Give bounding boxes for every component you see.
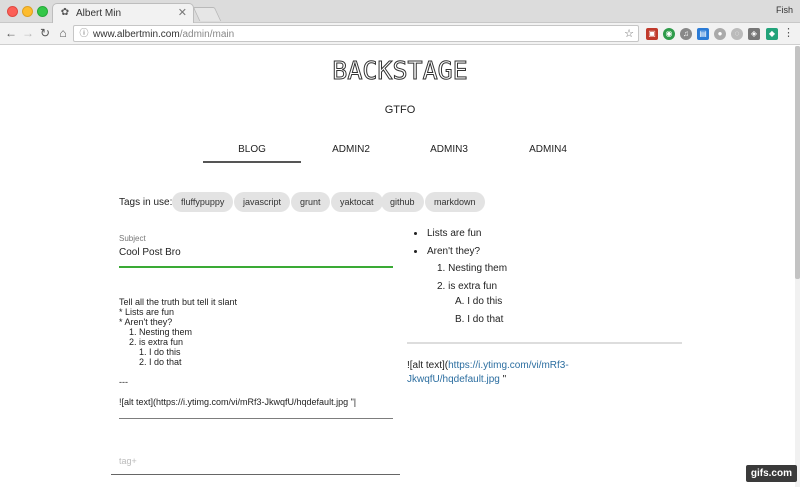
extension-headphones-icon[interactable]: ♫	[680, 28, 692, 40]
subject-label: Subject	[119, 234, 146, 243]
extension-grey-icon[interactable]: ●	[714, 28, 726, 40]
preview-list-item: Lists are fun	[427, 228, 482, 239]
maximize-window-button[interactable]	[37, 6, 48, 17]
extension-red-icon[interactable]: ▣	[646, 28, 658, 40]
tab-close-icon[interactable]: ✕	[178, 6, 187, 19]
tab-admin3[interactable]: ADMIN3	[400, 144, 498, 155]
preview-image-markdown: ![alt text](https://i.ytimg.com/vi/mRf3-…	[407, 360, 569, 385]
bullet-icon	[414, 250, 417, 253]
subject-underline	[119, 266, 393, 268]
tag-chip[interactable]: javascript	[234, 192, 291, 212]
page-info-icon[interactable]: ⓘ	[79, 28, 89, 39]
url-text: www.albertmin.com/admin/main	[93, 29, 235, 40]
tag-chip[interactable]: grunt	[291, 192, 330, 212]
minimize-window-button[interactable]	[22, 6, 33, 17]
tag-chip[interactable]: github	[381, 192, 424, 212]
scrollbar-thumb[interactable]	[795, 46, 800, 279]
reload-icon[interactable]: ↻	[38, 26, 52, 40]
new-tab-button[interactable]	[192, 7, 222, 21]
page-content: BACKSTAGE GTFO BLOG ADMIN2 ADMIN3 ADMIN4…	[0, 46, 795, 487]
profile-name[interactable]: Fish	[776, 5, 793, 15]
tab-title: Albert Min	[76, 8, 122, 19]
post-body-textarea[interactable]: Tell all the truth but tell it slant * L…	[119, 297, 393, 407]
forward-arrow-icon[interactable]: →	[21, 26, 35, 40]
home-icon[interactable]: ⌂	[56, 26, 70, 40]
backstage-logo: BACKSTAGE	[332, 56, 468, 86]
tag-input[interactable]: tag+	[119, 456, 137, 466]
preview-list-item: 2. is extra fun	[437, 281, 498, 292]
back-arrow-icon[interactable]: ←	[4, 26, 18, 40]
tab-admin2[interactable]: ADMIN2	[302, 144, 400, 155]
subject-input[interactable]: Cool Post Bro	[119, 247, 181, 258]
tab-admin4[interactable]: ADMIN4	[499, 144, 597, 155]
tag-chip[interactable]: yaktocat	[331, 192, 383, 212]
bookmark-star-icon[interactable]: ☆	[624, 27, 634, 40]
browser-titlebar: ✿ Albert Min ✕ Fish	[0, 0, 800, 23]
preview-horizontal-rule	[407, 342, 682, 344]
address-bar[interactable]: ⓘ www.albertmin.com/admin/main ☆	[73, 25, 639, 42]
watermark-badge: gifs.com	[745, 465, 797, 482]
preview-list-item: A. I do this	[455, 296, 503, 307]
extension-teal-icon[interactable]: ◆	[766, 28, 778, 40]
browser-menu-icon[interactable]: ⋮	[783, 26, 794, 40]
extension-cast-icon[interactable]: ◈	[748, 28, 760, 40]
tag-chip[interactable]: fluffypuppy	[172, 192, 234, 212]
close-window-button[interactable]	[7, 6, 18, 17]
site-favicon-icon: ✿	[60, 7, 70, 18]
extension-blue-icon[interactable]: ▤	[697, 28, 709, 40]
preview-list-item: 1. Nesting them	[437, 263, 508, 274]
tags-in-use-label: Tags in use:	[119, 197, 173, 208]
browser-toolbar: ← → ↻ ⌂ ⓘ www.albertmin.com/admin/main ☆…	[0, 23, 800, 45]
tab-blog[interactable]: BLOG	[203, 144, 301, 163]
preview-list-item: B. I do that	[455, 314, 504, 325]
browser-tab[interactable]: ✿ Albert Min ✕	[52, 3, 194, 23]
extension-green-icon[interactable]: ◉	[663, 28, 675, 40]
page-scrollbar[interactable]	[795, 46, 800, 487]
preview-list-item: Aren't they?	[427, 246, 481, 257]
svg-text:BACKSTAGE: BACKSTAGE	[332, 56, 467, 85]
bullet-icon	[414, 232, 417, 235]
body-underline	[119, 418, 393, 419]
extension-light-icon[interactable]: ◌	[731, 28, 743, 40]
tag-chip[interactable]: markdown	[425, 192, 485, 212]
tag-input-underline	[111, 474, 400, 475]
site-subtitle: GTFO	[384, 104, 416, 116]
